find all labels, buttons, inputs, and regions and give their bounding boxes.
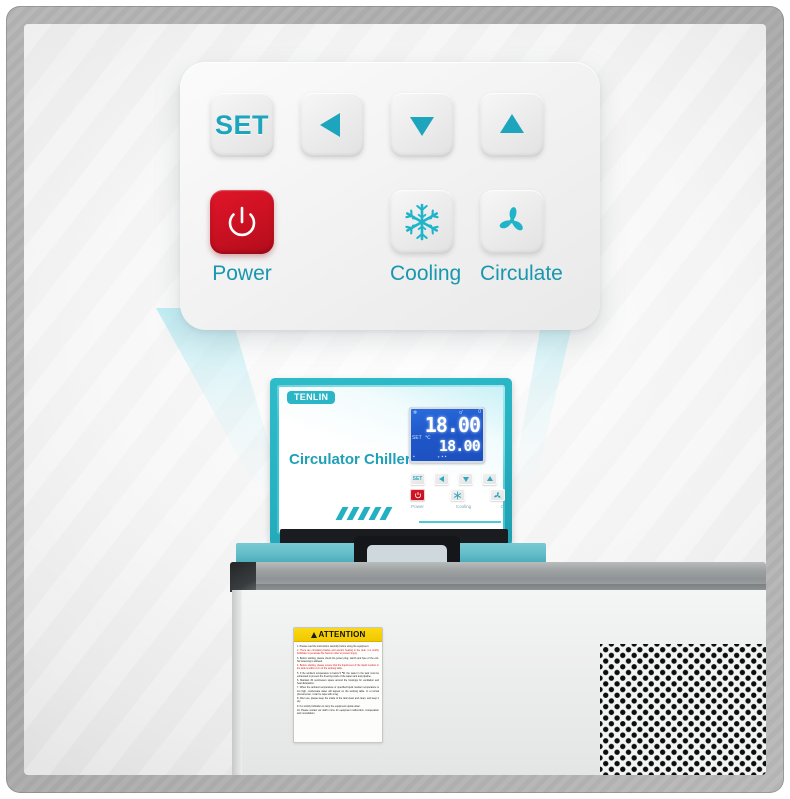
decorative-stripes — [335, 507, 395, 520]
triangle-up-icon — [500, 114, 524, 133]
cooling-button[interactable] — [390, 190, 454, 254]
callout-key-row-top: SET — [210, 93, 544, 157]
circulate-label: Circulate — [480, 262, 563, 285]
device-set-label: SET — [412, 476, 423, 482]
list-item: 8. After use, please keep the inside of … — [297, 697, 379, 704]
device-left-arrow-button[interactable] — [434, 473, 449, 485]
power-icon — [228, 206, 256, 237]
triangle-left-icon — [438, 476, 444, 482]
callout-spacer — [300, 190, 364, 254]
lcd-indicator-left: ❄ — [413, 410, 418, 416]
set-button[interactable]: SET — [210, 93, 274, 157]
ventilation-grille — [600, 644, 766, 775]
left-arrow-button[interactable] — [300, 93, 364, 157]
device-circulate-label: Circulate — [500, 504, 505, 509]
device-front-face: TENLIN Circulator Chiller ❄ o' 0 SET ℃ ▪… — [277, 385, 505, 534]
list-item: 6. Maintain 30 centimeters space around … — [297, 679, 379, 686]
device-circulate-button[interactable] — [490, 489, 505, 501]
lcd-display: ❄ o' 0 SET ℃ ▪ ∘ ▪ ▪ 18.00 18.00 — [409, 407, 485, 463]
down-arrow-button[interactable] — [390, 93, 454, 157]
tank-left-edge — [232, 590, 242, 775]
tank-corner-bracket — [230, 562, 256, 592]
device-key-row-bottom — [410, 489, 505, 501]
lcd-set-value: 18.00 — [438, 437, 481, 455]
device-down-arrow-button[interactable] — [458, 473, 473, 485]
lcd-indicator-set: SET — [412, 435, 422, 441]
attention-label-items: 1. Please read the instructions carefull… — [294, 642, 382, 718]
device-cooling-button[interactable] — [450, 489, 465, 501]
power-label: Power — [212, 262, 272, 285]
device-key-row-top: SET — [410, 473, 497, 485]
list-item: 1. Please read the instructions carefull… — [297, 645, 370, 648]
product-photo-stage: · · · · · · · · SET Power Cooling Circul… — [0, 0, 790, 799]
callout-key-row-bottom — [210, 190, 544, 254]
device-cooling-label: Cooling — [455, 504, 472, 509]
lcd-process-value: 18.00 — [424, 413, 481, 437]
device-power-label: Power — [411, 504, 424, 509]
list-item: 7. When the ambient temperature or speci… — [297, 686, 379, 696]
list-item: 9. It is strictly forbidden to carry the… — [297, 704, 361, 708]
snowflake-icon — [453, 490, 462, 500]
callout-labels: Power . Cooling Circulate — [210, 262, 563, 286]
attention-label: ATTENTION 1. Please read the instruction… — [293, 627, 383, 743]
power-icon — [414, 492, 421, 499]
list-item: 2. There are circulating blades and elec… — [297, 649, 379, 656]
triangle-left-icon — [320, 113, 340, 137]
warning-triangle-icon — [310, 631, 317, 638]
list-item: 5. If the ambient temperature is below 5… — [297, 671, 379, 678]
cooling-label: Cooling — [390, 262, 462, 285]
decorative-underline — [419, 521, 501, 523]
product-photo: · · · · · · · · SET Power Cooling Circul… — [24, 24, 766, 775]
triangle-down-icon — [410, 117, 434, 136]
watermark: · · · · · · · · — [69, 35, 158, 110]
attention-label-header: ATTENTION — [294, 628, 382, 642]
list-item: 10. Please contact our staff in time for… — [297, 708, 379, 715]
device-key-labels: Power Cooling Circulate — [406, 504, 505, 509]
lcd-indicator-run: ▪ — [413, 454, 415, 460]
brand-badge: TENLIN — [287, 391, 336, 404]
device-power-button[interactable] — [410, 489, 425, 501]
fan-icon — [494, 491, 501, 498]
device-model-name: Circulator Chiller — [289, 451, 411, 468]
set-button-label: SET — [214, 109, 269, 140]
list-item: 4. Before starting, please ensure that t… — [297, 664, 379, 671]
power-button[interactable] — [210, 190, 274, 254]
up-arrow-button[interactable] — [480, 93, 544, 157]
triangle-up-icon — [486, 476, 493, 481]
fan-icon — [499, 207, 523, 231]
triangle-down-icon — [462, 477, 469, 482]
list-item: 3. Before starting, please check the pow… — [297, 656, 379, 663]
device-set-button[interactable]: SET — [410, 473, 425, 485]
device-up-arrow-button[interactable] — [482, 473, 497, 485]
label-spacer: . — [300, 262, 364, 286]
control-panel-callout: SET Power Cooling Circulate — [180, 62, 600, 330]
circulate-button[interactable] — [480, 190, 544, 254]
chiller-head-unit: TENLIN Circulator Chiller ❄ o' 0 SET ℃ ▪… — [270, 378, 512, 546]
attention-label-title: ATTENTION — [318, 630, 366, 639]
snowflake-icon — [405, 203, 439, 241]
